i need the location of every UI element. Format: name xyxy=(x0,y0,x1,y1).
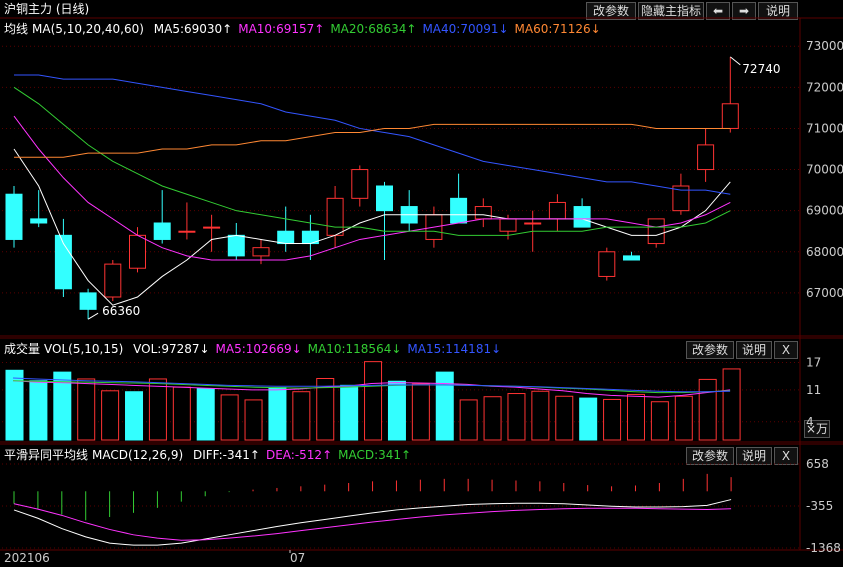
candle-body xyxy=(252,247,270,257)
macd-y-tick-label: -355 xyxy=(806,499,833,513)
volume-bar xyxy=(435,371,454,441)
candle-body xyxy=(450,197,468,224)
main-y-tick-label: 68000 xyxy=(806,245,843,259)
volume-bar xyxy=(77,378,96,441)
candle-body xyxy=(277,230,295,245)
candle-body xyxy=(697,144,715,171)
candle-body xyxy=(5,193,23,240)
volume-bar xyxy=(411,383,430,441)
candle-body xyxy=(153,222,171,240)
volume-bar xyxy=(722,368,741,441)
high-annotation-pointer xyxy=(729,56,741,66)
candle-body xyxy=(499,218,517,232)
volume-bar xyxy=(555,395,574,441)
candle-body xyxy=(721,103,739,129)
main-y-tick-label: 70000 xyxy=(806,163,843,177)
volume-bar xyxy=(244,399,263,441)
main-y-tick-label: 71000 xyxy=(806,121,843,135)
volume-bar xyxy=(148,378,167,441)
chart-canvas[interactable]: 67000 68000 69000 70000 71000 72000 73000 72740… xyxy=(0,0,843,567)
volume-bar xyxy=(626,393,645,441)
volume-bar xyxy=(674,395,693,441)
volume-bar xyxy=(698,378,717,441)
candle-body xyxy=(326,197,344,236)
volume-bar xyxy=(507,393,526,441)
volume-bar xyxy=(196,388,215,441)
volume-bar xyxy=(172,386,191,441)
main-y-tick-label: 72000 xyxy=(806,80,843,94)
x-axis-label-month: 07 xyxy=(290,551,305,565)
main-y-tick-label: 73000 xyxy=(806,39,843,53)
candle-body xyxy=(104,263,122,298)
x-axis-label-start: 202106 xyxy=(4,551,50,565)
candle-body xyxy=(573,206,591,228)
volume-bar xyxy=(459,399,478,441)
candle-body xyxy=(178,230,196,233)
volume-bar xyxy=(220,394,239,441)
ma-line-ma60 xyxy=(14,123,731,158)
volume-bar xyxy=(531,390,550,441)
ma-line-ma40 xyxy=(14,74,731,195)
volume-y-tick-label: 4 xyxy=(806,415,814,429)
volume-bar xyxy=(125,391,144,441)
candle-body xyxy=(227,234,245,257)
volume-bar xyxy=(579,397,598,441)
volume-bar xyxy=(650,401,669,441)
volume-bar xyxy=(364,361,383,441)
volume-bar xyxy=(292,391,311,441)
candle-body xyxy=(598,251,616,277)
volume-bar xyxy=(101,390,120,441)
volume-y-tick-label: 17 xyxy=(806,356,821,370)
candle-body xyxy=(474,206,492,220)
volume-bar xyxy=(340,384,359,441)
candle-body xyxy=(79,292,97,310)
macd-dea-line xyxy=(13,503,732,541)
volume-y-tick-label: 11 xyxy=(806,383,821,397)
macd-y-tick-label: -1368 xyxy=(806,541,841,555)
main-y-tick-label: 69000 xyxy=(806,204,843,218)
volume-bar xyxy=(483,396,502,441)
volume-bar xyxy=(268,387,287,441)
candle-body xyxy=(351,169,369,199)
candle-body xyxy=(548,201,566,220)
ma-line-ma10 xyxy=(13,115,731,261)
candle-body xyxy=(623,255,640,261)
low-annotation-pointer xyxy=(87,312,99,320)
candle-body xyxy=(30,218,48,224)
ma-line-ma20 xyxy=(13,86,731,236)
candle-body xyxy=(376,185,393,212)
low-annotation: 66360 xyxy=(102,304,140,318)
candle-body xyxy=(524,222,542,225)
candle-body xyxy=(203,226,221,229)
main-y-tick-label: 67000 xyxy=(806,286,843,300)
volume-bar xyxy=(29,380,48,441)
candle-body xyxy=(129,234,146,269)
high-annotation: 72740 xyxy=(742,62,780,76)
macd-y-tick-label: 658 xyxy=(806,457,829,471)
volume-bar xyxy=(603,398,622,441)
volume-bar xyxy=(387,380,406,441)
candle-body xyxy=(647,218,665,245)
